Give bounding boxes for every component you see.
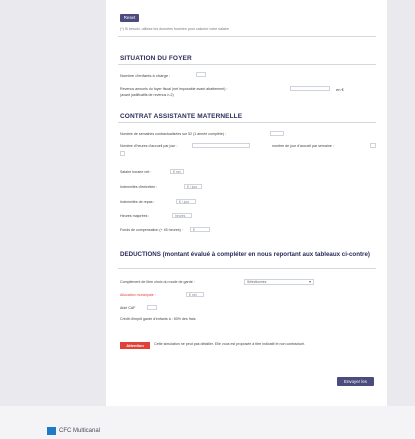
extra-input[interactable]: [120, 151, 125, 156]
footer-logo[interactable]: CFC Multicanal: [47, 427, 100, 435]
overtime-label: Heures majorées :: [120, 214, 150, 218]
fund-label: Fonds de compensation (+ 45 heures) :: [120, 228, 183, 232]
logo-icon: [47, 427, 56, 435]
attention-text: Cette simulation ne peut pas détailler. …: [154, 342, 306, 346]
income-input[interactable]: [290, 86, 330, 91]
section-title-deductions: DEDUCTIONS (montant évalué à compléter e…: [120, 251, 370, 258]
aid-label: Aide CAF: [120, 306, 136, 310]
income-label: Revenus annuels du foyer fiscal (net imp…: [120, 87, 228, 91]
hours-input[interactable]: [192, 143, 250, 148]
rate-label: Salaire horaire net :: [120, 170, 152, 174]
divider: [118, 268, 376, 269]
meals-label: Indemnités de repas :: [120, 200, 155, 204]
divider: [118, 64, 376, 65]
weeks-input[interactable]: [270, 131, 284, 136]
allowance-input[interactable]: € net: [186, 292, 204, 297]
logo-text: CFC Multicanal: [59, 428, 101, 434]
chevron-down-icon: ▾: [308, 279, 311, 284]
fund-input[interactable]: €: [190, 227, 210, 232]
top-note: (*) Si besoin, utilisez les données four…: [120, 27, 229, 31]
hours-label: Nombre d'heures d'accueil par jour :: [120, 144, 178, 148]
income-label-2: (avant justificatifs de revenus n-2): [120, 93, 174, 97]
meals-input[interactable]: € / jour: [176, 199, 196, 204]
reset-button[interactable]: Reset: [120, 14, 139, 22]
divider: [118, 36, 376, 37]
aid-input[interactable]: [147, 305, 157, 310]
income-suffix: en €: [336, 87, 344, 92]
maintenance-label: Indemnités d'entretien :: [120, 185, 158, 189]
weeks-label: Nombre de semaines contractualisées sur …: [120, 132, 227, 136]
section-title-situation: SITUATION DU FOYER: [120, 55, 192, 62]
maintenance-input[interactable]: € / jour: [184, 184, 202, 189]
tax-note: Crédit d'impôt garde d'enfants à : 50% d…: [120, 317, 196, 321]
hours-suffix: nombre de jour d'accueil par semaine :: [272, 144, 334, 148]
section-title-contract: CONTRAT ASSISTANTE MATERNELLE: [120, 113, 243, 120]
allowance-label: Allocation municipale :: [120, 293, 156, 297]
divider: [118, 122, 376, 123]
caf-select-value: Sélectionnez: [247, 280, 267, 284]
rate-input[interactable]: € net: [170, 169, 184, 174]
days-input[interactable]: [370, 143, 376, 148]
submit-button[interactable]: Envoyer les: [337, 377, 374, 386]
overtime-input[interactable]: heures: [172, 213, 192, 218]
caf-label: Complément de libre choix du mode de gar…: [120, 280, 195, 284]
attention-badge: Attention: [120, 342, 150, 349]
children-label: Nombre d'enfants à charge :: [120, 73, 171, 78]
children-input[interactable]: [196, 72, 206, 77]
caf-select[interactable]: Sélectionnez ▾: [244, 279, 314, 285]
